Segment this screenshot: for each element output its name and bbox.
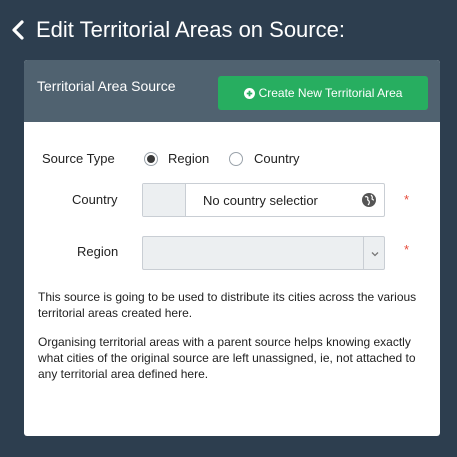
- territorial-area-panel: Territorial Area Source Create New Terri…: [24, 60, 440, 436]
- country-label: Country: [72, 192, 118, 207]
- country-required-marker: *: [404, 192, 410, 207]
- source-type-label: Source Type: [42, 151, 115, 166]
- radio-country-label: Country: [254, 151, 300, 166]
- chevron-left-icon[interactable]: [8, 19, 30, 41]
- radio-country[interactable]: [229, 152, 243, 166]
- globe-icon[interactable]: [361, 192, 377, 208]
- create-button-label: Create New Territorial Area: [258, 86, 403, 100]
- panel-header: Territorial Area Source Create New Terri…: [24, 60, 440, 122]
- region-label: Region: [77, 244, 119, 259]
- page-title: Edit Territorial Areas on Source:: [36, 17, 345, 42]
- help-text-1: This source is going to be used to distr…: [38, 290, 417, 320]
- plus-circle-icon: [243, 87, 255, 99]
- country-select[interactable]: No country selectior: [142, 183, 385, 217]
- panel-title: Territorial Area Source: [37, 78, 176, 94]
- chevron-down-icon: [371, 252, 379, 257]
- region-select[interactable]: [142, 236, 385, 270]
- region-required-marker: *: [404, 242, 410, 257]
- panel-body: Source Type Region Country Country No co…: [24, 122, 440, 436]
- page-header: Edit Territorial Areas on Source:: [0, 0, 457, 60]
- radio-region[interactable]: [144, 152, 158, 166]
- country-select-value: No country selectior: [203, 193, 318, 208]
- radio-region-label: Region: [168, 151, 210, 166]
- create-territorial-area-button[interactable]: Create New Territorial Area: [218, 76, 428, 110]
- help-text-2: Organising territorial areas with a pare…: [38, 335, 416, 381]
- country-addon: [143, 184, 186, 216]
